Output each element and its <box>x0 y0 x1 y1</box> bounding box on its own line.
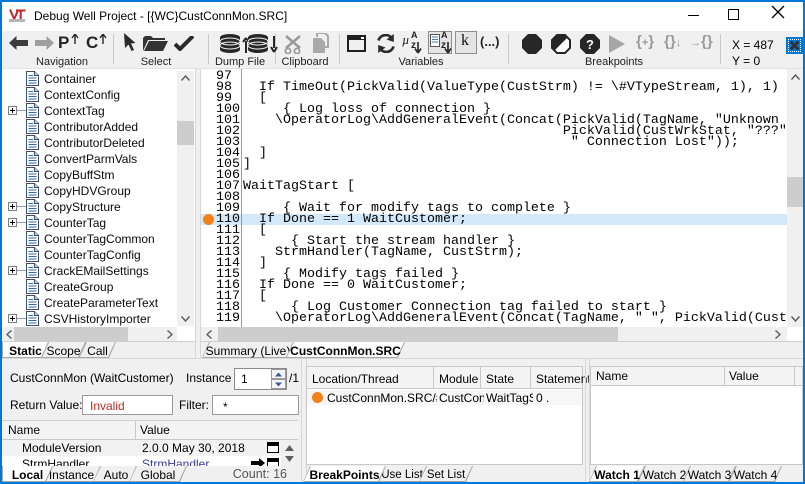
svg-text:?: ? <box>586 37 594 52</box>
